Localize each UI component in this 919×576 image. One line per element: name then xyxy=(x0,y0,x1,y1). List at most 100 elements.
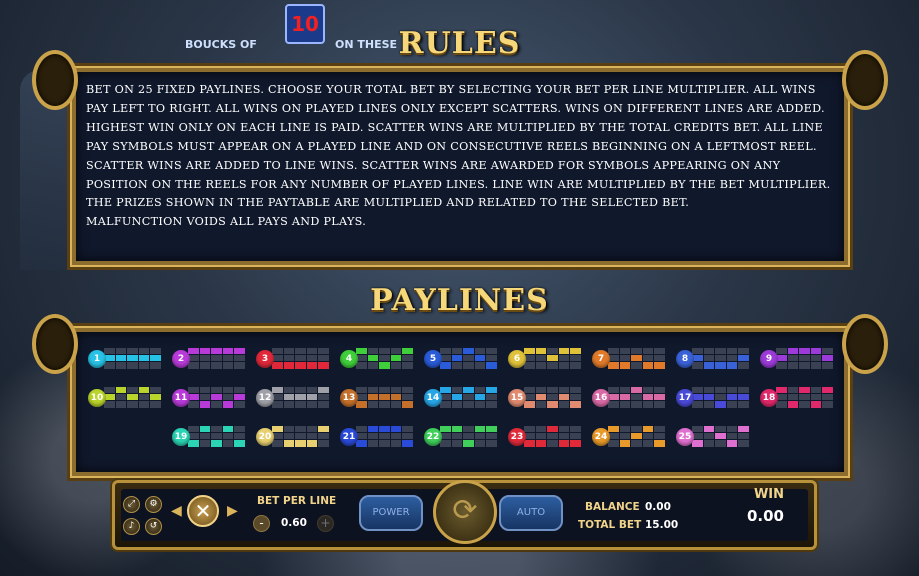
payline-cell xyxy=(115,394,127,401)
payline-cell xyxy=(150,387,161,394)
payline-cell xyxy=(787,362,799,369)
top-banner-left-text: BOUCKS OF xyxy=(185,38,257,51)
payline-cell xyxy=(283,355,295,362)
payline-24: 24 xyxy=(592,426,668,450)
payline-cell xyxy=(272,362,283,369)
payline-cell xyxy=(295,355,306,362)
payline-cell xyxy=(150,348,161,355)
payline-cell xyxy=(390,355,402,362)
payline-cell xyxy=(211,348,222,355)
fullscreen-icon[interactable]: ⤢ xyxy=(123,496,140,513)
payline-number: 2 xyxy=(172,350,190,368)
rules-line: Scatter wins are added to line wins. Sca… xyxy=(86,158,781,172)
sound-icon[interactable]: ♪ xyxy=(123,518,140,535)
payline-cell xyxy=(451,355,463,362)
payline-cell xyxy=(402,355,413,362)
prev-page-button[interactable]: ◀ xyxy=(171,503,185,521)
payline-cell xyxy=(787,401,799,408)
payline-cell xyxy=(715,401,726,408)
history-icon[interactable]: ↺ xyxy=(145,518,162,535)
next-page-button[interactable]: ▶ xyxy=(227,503,241,521)
auto-button[interactable]: AUTO xyxy=(499,495,563,531)
payline-1: 1 xyxy=(88,348,164,372)
payline-cell xyxy=(822,348,833,355)
power-button[interactable]: POWER xyxy=(359,495,423,531)
rules-line: Malfunction voids all pays and plays. xyxy=(86,215,367,229)
payline-cell xyxy=(188,387,199,394)
payline-cell xyxy=(799,348,810,355)
control-bar: ⤢ ⚙ ♪ ↺ ◀ ✕ ▶ BET PER LINE - 0.60 + POWE… xyxy=(112,480,817,550)
payline-cell xyxy=(199,433,211,440)
payline-pattern xyxy=(440,426,498,448)
scroll-ornament-right xyxy=(842,50,888,110)
payline-cell xyxy=(199,348,211,355)
payline-cell xyxy=(474,394,486,401)
payline-2: 2 xyxy=(172,348,248,372)
payline-cell xyxy=(787,394,799,401)
payline-cell xyxy=(222,348,234,355)
payline-cell xyxy=(570,362,581,369)
payline-cell xyxy=(115,387,127,394)
payline-cell xyxy=(379,394,390,401)
payline-cell xyxy=(150,394,161,401)
payline-pattern xyxy=(356,348,414,370)
payline-cell xyxy=(738,348,749,355)
bet-plus-button[interactable]: + xyxy=(317,515,334,532)
payline-cell xyxy=(367,401,379,408)
payline-cell xyxy=(356,401,367,408)
payline-pattern xyxy=(524,387,582,409)
payline-cell xyxy=(318,394,329,401)
payline-cell xyxy=(631,394,642,401)
payline-cell xyxy=(738,362,749,369)
payline-cell xyxy=(104,401,115,408)
payline-cell xyxy=(654,426,665,433)
payline-cell xyxy=(199,394,211,401)
payline-cell xyxy=(272,426,283,433)
payline-number: 24 xyxy=(592,428,610,446)
payline-cell xyxy=(535,433,547,440)
rules-line: pay left to right. All wins on played li… xyxy=(86,101,825,115)
spin-button[interactable]: ⟳ xyxy=(433,480,497,544)
payline-pattern xyxy=(608,387,666,409)
payline-cell xyxy=(642,348,654,355)
payline-cell xyxy=(390,362,402,369)
payline-cell xyxy=(318,355,329,362)
payline-cell xyxy=(787,387,799,394)
payline-cell xyxy=(608,440,619,447)
payline-cell xyxy=(810,362,822,369)
payline-cell xyxy=(222,433,234,440)
payline-cell xyxy=(463,362,474,369)
payline-cell xyxy=(715,433,726,440)
payline-cell xyxy=(211,355,222,362)
payline-cell xyxy=(619,355,631,362)
payline-cell xyxy=(703,433,715,440)
payline-cell xyxy=(776,387,787,394)
payline-cell xyxy=(703,401,715,408)
payline-cell xyxy=(234,355,245,362)
payline-cell xyxy=(379,401,390,408)
payline-cell xyxy=(726,348,738,355)
payline-cell xyxy=(703,440,715,447)
payline-cell xyxy=(318,362,329,369)
payline-cell xyxy=(631,433,642,440)
payline-22: 22 xyxy=(424,426,500,450)
payline-cell xyxy=(726,401,738,408)
payline-cell xyxy=(451,433,463,440)
payline-cell xyxy=(390,348,402,355)
settings-icon[interactable]: ⚙ xyxy=(145,496,162,513)
payline-cell xyxy=(738,440,749,447)
payline-cell xyxy=(306,440,318,447)
payline-18: 18 xyxy=(760,387,836,411)
payline-cell xyxy=(222,426,234,433)
payline-cell xyxy=(283,401,295,408)
payline-cell xyxy=(390,387,402,394)
payline-cell xyxy=(199,355,211,362)
payline-cell xyxy=(486,355,497,362)
close-button[interactable]: ✕ xyxy=(187,495,219,527)
bet-minus-button[interactable]: - xyxy=(253,515,270,532)
payline-12: 12 xyxy=(256,387,332,411)
payline-cell xyxy=(306,387,318,394)
payline-13: 13 xyxy=(340,387,416,411)
payline-cell xyxy=(524,426,535,433)
balance-value: 0.00 xyxy=(645,501,671,513)
